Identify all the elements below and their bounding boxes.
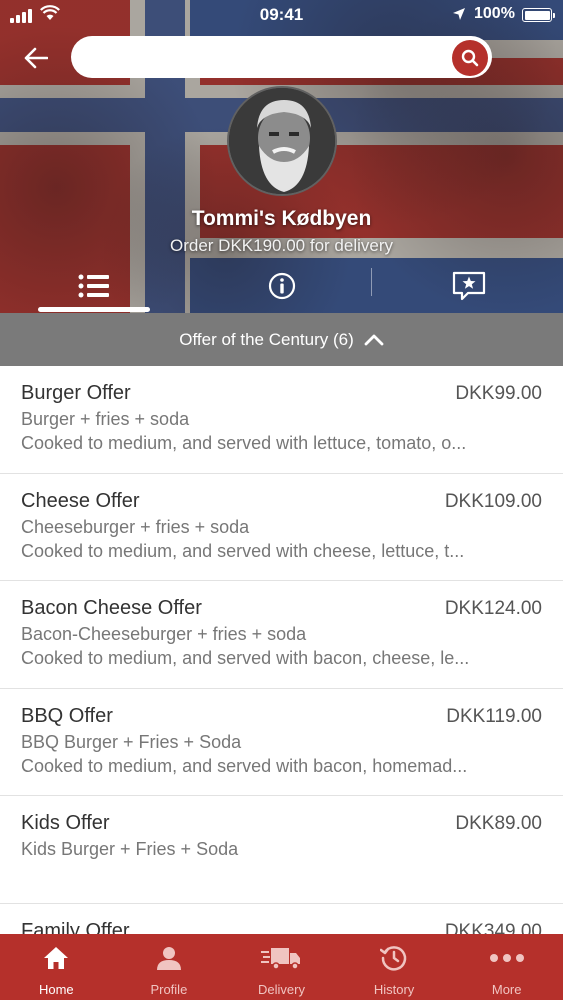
- menu-item-summary: Cheeseburger + fries + soda: [21, 516, 250, 537]
- delivery-minimum: Order DKK190.00 for delivery: [170, 236, 393, 255]
- review-star-icon: [453, 271, 486, 300]
- home-icon: [44, 947, 69, 969]
- nav-profile[interactable]: Profile: [113, 934, 226, 1000]
- battery-percent: 100%: [474, 5, 515, 22]
- search-button[interactable]: [452, 40, 488, 76]
- search-icon: [461, 49, 479, 67]
- restaurant-tabs: [0, 258, 563, 313]
- menu-item[interactable]: Family Offer DKK349.00: [0, 904, 563, 935]
- category-label: Offer of the Century (6): [179, 329, 354, 349]
- menu-item-summary: Bacon-Cheeseburger + fries + soda: [21, 624, 307, 644]
- menu-item-price: DKK124.00: [444, 598, 542, 619]
- battery-icon: [522, 8, 555, 22]
- nav-label: History: [373, 982, 415, 997]
- history-icon: [380, 946, 407, 971]
- bottom-navigation: Home Profile Delivery History More: [0, 934, 563, 1000]
- menu-item-summary: BBQ Burger + Fries + Soda: [21, 731, 242, 752]
- menu-item[interactable]: Cheese Offer DKK109.00 Cheeseburger + fr…: [0, 474, 563, 581]
- restaurant-header: 09:41 100% Tommi's Kødbyen Order DKK190.…: [0, 0, 563, 313]
- nav-label: Home: [38, 982, 74, 997]
- menu-item-summary: Kids Burger + Fries + Soda: [21, 839, 239, 859]
- menu-item-price: DKK89.00: [455, 813, 542, 834]
- nav-home[interactable]: Home: [0, 934, 113, 1000]
- tab-menu[interactable]: [0, 258, 188, 313]
- menu-item-price: DKK119.00: [446, 705, 542, 727]
- menu-item[interactable]: BBQ Offer DKK119.00 BBQ Burger + Fries +…: [0, 689, 563, 796]
- category-header[interactable]: Offer of the Century (6): [0, 313, 563, 366]
- restaurant-avatar: [227, 86, 337, 196]
- menu-item-list: Burger Offer DKK99.00 Burger + fries + s…: [0, 366, 563, 934]
- restaurant-name: Tommi's Kødbyen: [191, 207, 372, 230]
- back-button[interactable]: [20, 42, 52, 74]
- menu-item[interactable]: Bacon Cheese Offer DKK124.00 Bacon-Chees…: [0, 581, 563, 689]
- menu-item-price: DKK349.00: [444, 920, 542, 935]
- more-dots-icon: [489, 954, 524, 962]
- status-bar: 09:41 100%: [0, 0, 563, 30]
- nav-more[interactable]: More: [450, 934, 563, 1000]
- menu-item-description: Cooked to medium, and served with lettuc…: [21, 433, 467, 453]
- menu-item[interactable]: Kids Offer DKK89.00 Kids Burger + Fries …: [0, 796, 563, 904]
- nav-history[interactable]: History: [338, 934, 451, 1000]
- menu-item-description: Cooked to medium, and served with bacon,…: [21, 755, 468, 776]
- list-icon: [78, 274, 109, 297]
- nav-label: Delivery: [258, 982, 305, 997]
- tab-reviews[interactable]: [375, 258, 563, 313]
- nav-label: More: [491, 982, 522, 997]
- nav-label: Profile: [150, 982, 188, 997]
- search-input[interactable]: [71, 36, 492, 78]
- nav-delivery[interactable]: Delivery: [225, 934, 338, 1000]
- info-icon: [268, 272, 295, 299]
- menu-item-summary: Burger + fries + soda: [21, 409, 190, 429]
- menu-item-price: DKK109.00: [444, 490, 542, 512]
- tab-divider: [371, 268, 372, 296]
- menu-item-description: Cooked to medium, and served with bacon,…: [21, 648, 470, 668]
- delivery-truck-icon: [261, 948, 301, 970]
- menu-item[interactable]: Burger Offer DKK99.00 Burger + fries + s…: [0, 366, 563, 474]
- back-arrow-icon: [24, 47, 48, 69]
- menu-item-price: DKK99.00: [455, 383, 542, 404]
- tab-info[interactable]: [188, 258, 376, 313]
- chevron-up-icon: [364, 334, 384, 345]
- location-arrow-icon: [452, 7, 466, 26]
- person-icon: [156, 947, 181, 970]
- menu-item-description: Cooked to medium, and served with cheese…: [21, 540, 465, 561]
